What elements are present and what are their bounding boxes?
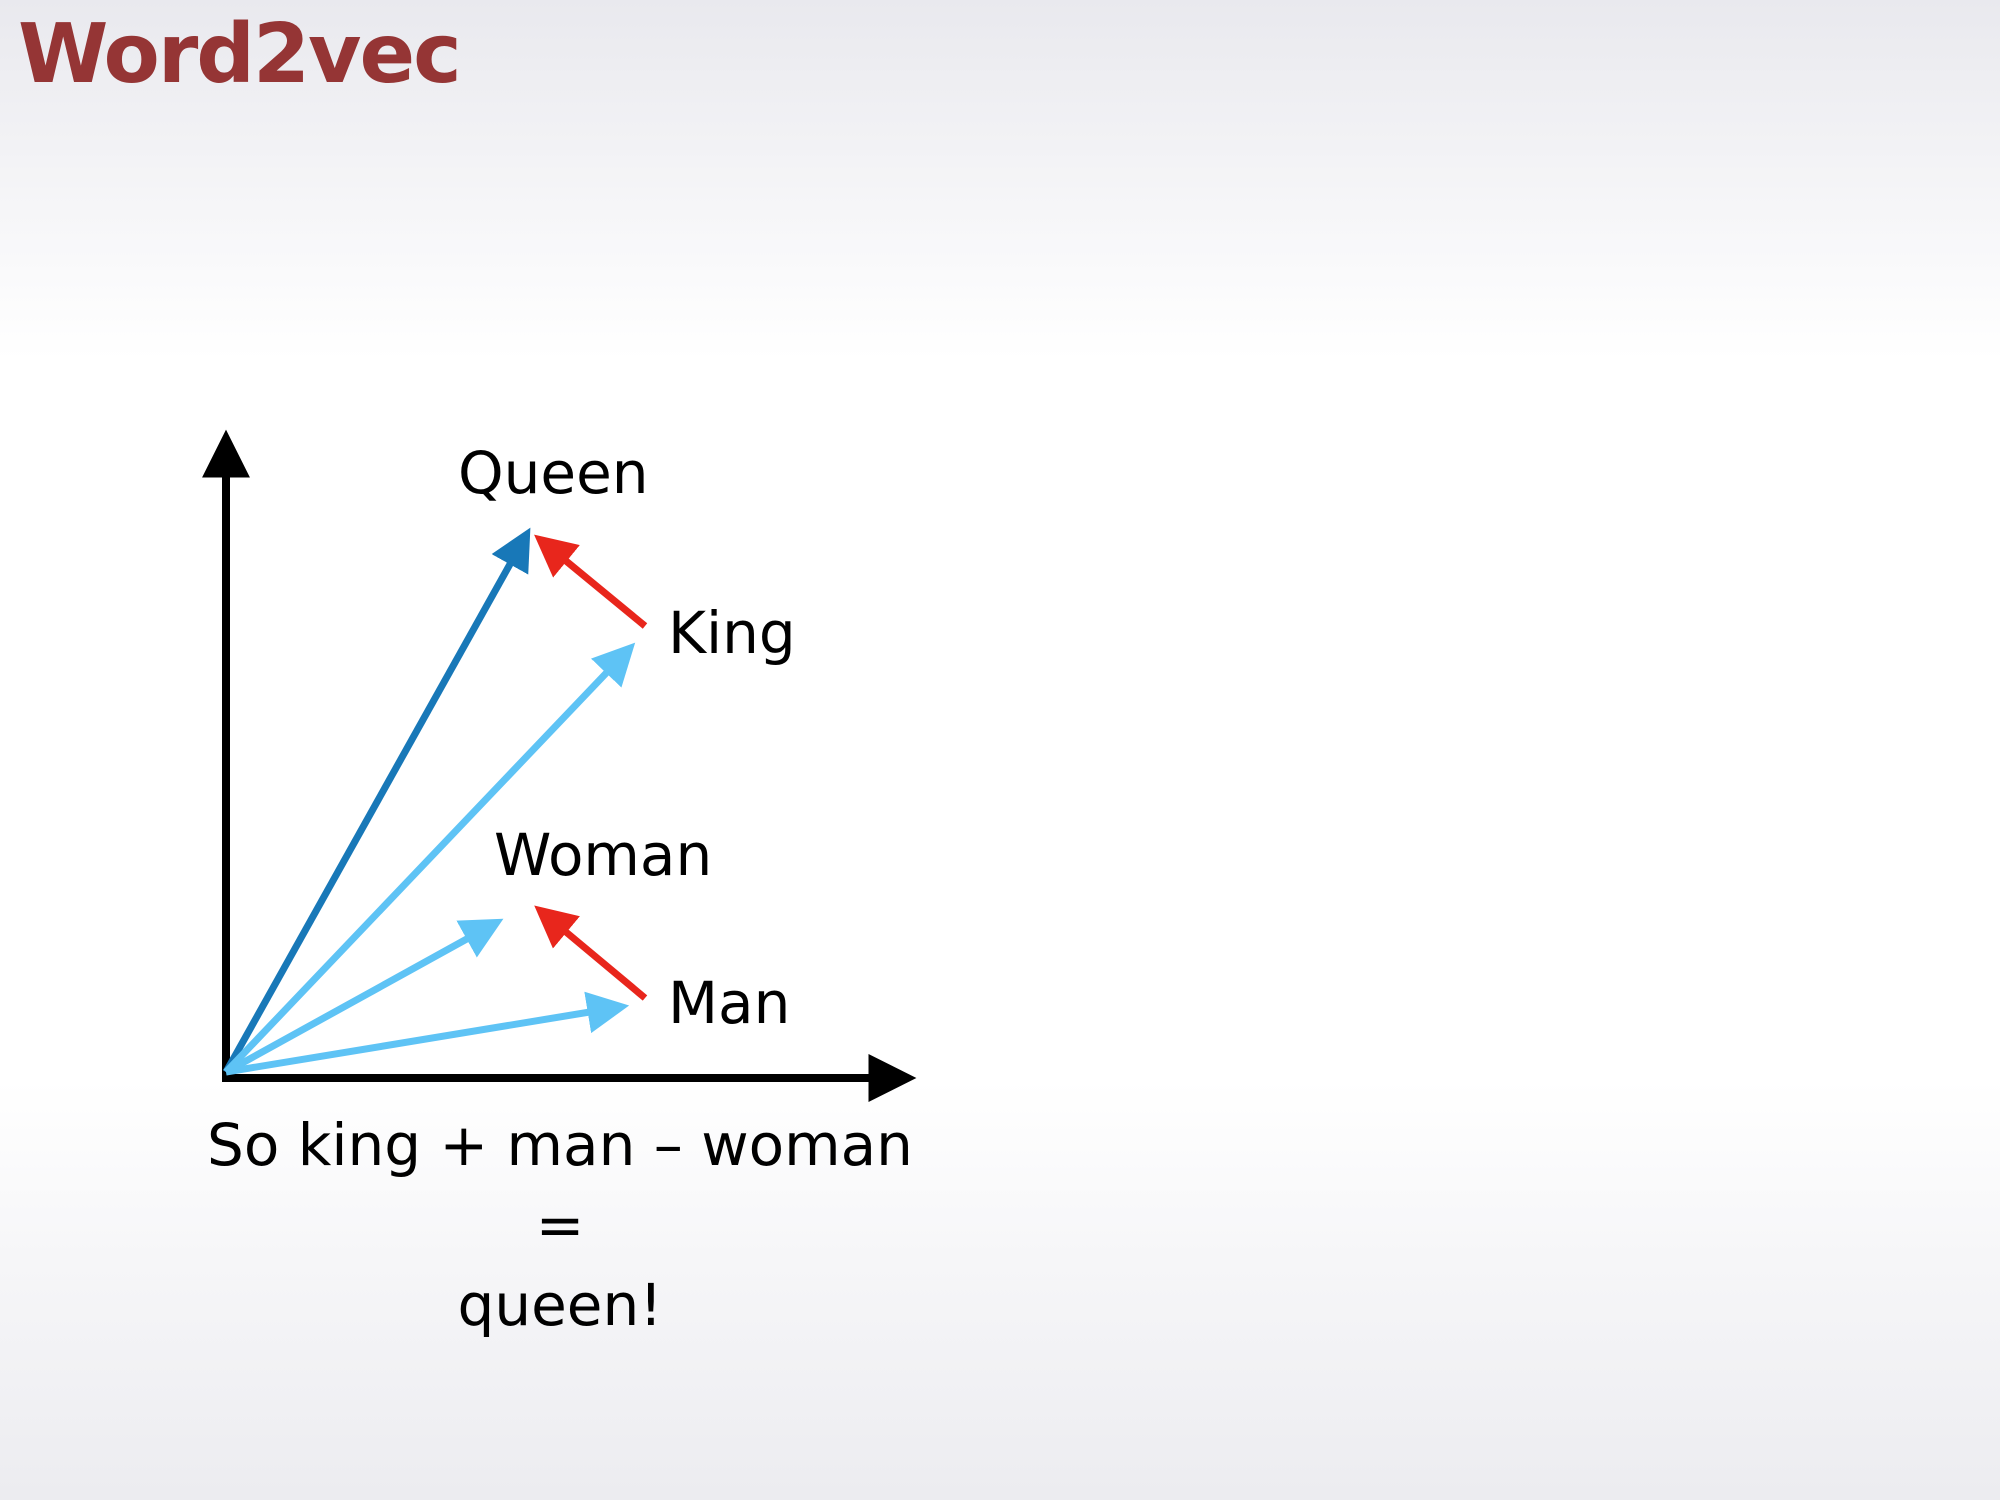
king-label: King [668,599,796,667]
man-label: Man [668,969,791,1037]
caption-line-1: So king + man – woman = [207,1111,913,1259]
analogy-caption: So king + man – woman = queen! [180,1105,940,1345]
caption-line-2: queen! [457,1271,663,1339]
man-to-woman-difference-arrow [534,905,648,1001]
woman-label: Woman [494,821,713,889]
king-to-queen-difference-arrow [534,534,648,629]
queen-label: Queen [458,439,649,507]
